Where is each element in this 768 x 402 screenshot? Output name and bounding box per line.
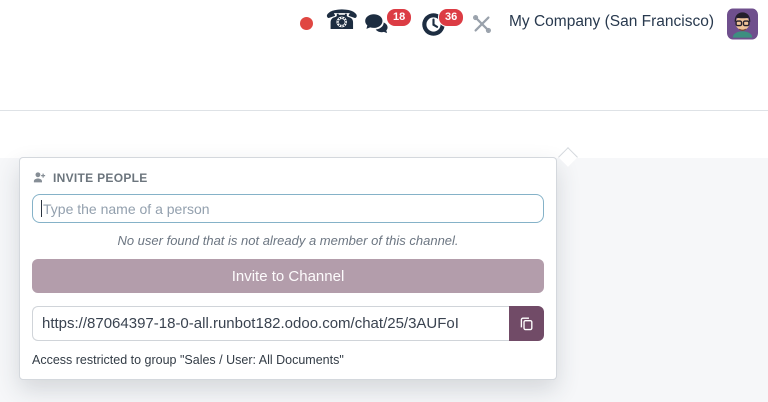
invite-link-row (32, 306, 544, 341)
channel-toolbar (0, 111, 768, 158)
invite-search-wrap (32, 194, 544, 223)
access-restriction-note: Access restricted to group "Sales / User… (32, 353, 544, 367)
user-avatar[interactable] (727, 8, 758, 40)
company-switcher[interactable]: My Company (San Francisco) (509, 13, 714, 31)
popover-header: INVITE PEOPLE (32, 170, 544, 185)
activities-badge: 36 (438, 8, 464, 27)
popover-title: INVITE PEOPLE (53, 171, 148, 185)
copy-link-icon (518, 315, 535, 332)
copy-link-button[interactable] (509, 306, 544, 341)
invite-people-popover: INVITE PEOPLE No user found that is not … (19, 157, 557, 380)
no-user-message: No user found that is not already a memb… (32, 233, 544, 248)
invite-search-input[interactable] (32, 194, 544, 223)
text-caret (41, 200, 42, 217)
invite-person-plus-icon (32, 170, 47, 185)
record-dot[interactable] (300, 17, 313, 30)
messages-badge: 18 (386, 8, 412, 27)
softphone-icon[interactable]: ☎ (325, 5, 359, 36)
systray-bar: ☎ 18 36 My Company (San Francisco) (0, 0, 768, 46)
invite-link-input[interactable] (32, 306, 509, 341)
invite-to-channel-button[interactable]: Invite to Channel (32, 259, 544, 293)
developer-tools-icon[interactable] (471, 13, 493, 40)
discuss-window: ☎ 18 36 My Company (San Francisco) (0, 0, 768, 402)
